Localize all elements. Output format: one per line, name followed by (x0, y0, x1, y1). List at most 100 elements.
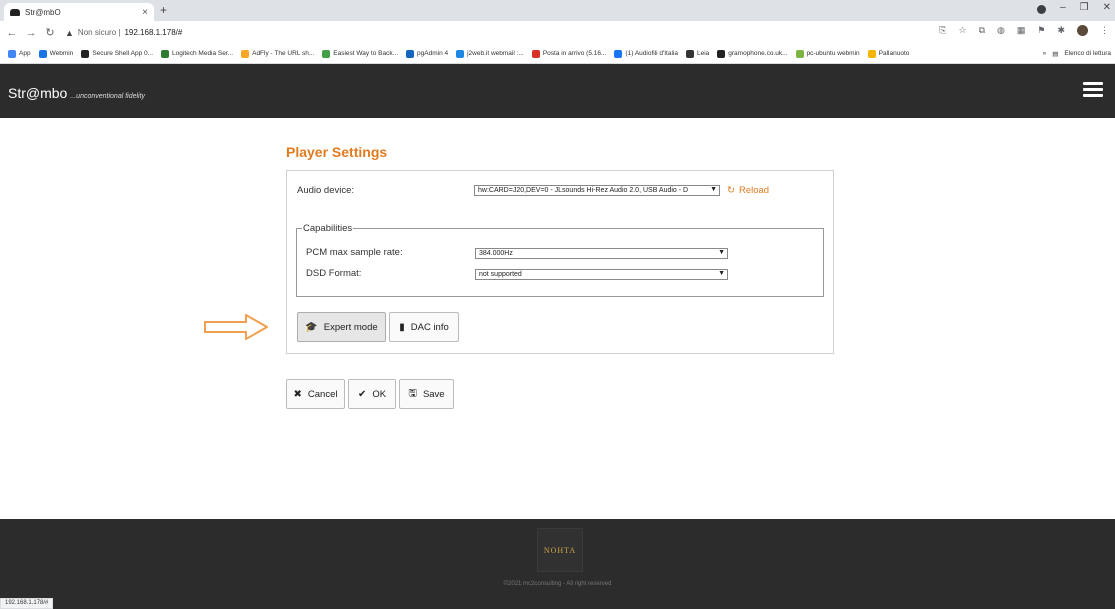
bookmark-item[interactable]: Webmin (38, 49, 73, 58)
bookmark-label: Posta in arrivo (5.16... (542, 50, 607, 57)
url-separator: | (116, 28, 121, 37)
bookmark-favicon-icon (717, 49, 726, 58)
kebab-menu-icon[interactable]: ⋮ (1100, 25, 1109, 36)
translate-icon[interactable]: ⎘ (939, 25, 946, 36)
bookmark-favicon-icon (614, 49, 623, 58)
bookmark-favicon-icon (81, 49, 90, 58)
restore-icon[interactable]: ❐ (1080, 2, 1089, 14)
main-content: Player Settings Audio device: hw:CARD=J2… (0, 118, 1115, 519)
bookmark-label: pgAdmin 4 (417, 50, 449, 57)
puzzle-icon[interactable]: ✱ (1057, 25, 1065, 36)
close-window-icon[interactable]: ✕ (1103, 2, 1111, 14)
player-settings-panel: Audio device: hw:CARD=J20,DEV=0 - JLsoun… (286, 170, 834, 354)
bookmark-label: Secure Shell App 0... (92, 50, 154, 57)
save-label: Save (422, 388, 445, 400)
copyright-text: ©2021 mc2consulting - All right reserved (503, 581, 612, 587)
bookmark-item[interactable]: Logitech Media Ser... (161, 49, 234, 58)
app-navbar: Str@mbo ...unconventional fidelity (0, 64, 1115, 118)
cancel-x-icon: ✖ (293, 388, 302, 400)
bookmark-item[interactable]: pgAdmin 4 (406, 49, 449, 58)
tab-close-icon[interactable]: × (142, 7, 148, 18)
brand-logo[interactable]: Str@mbo ...unconventional fidelity (8, 85, 145, 101)
bookmark-favicon-icon (322, 49, 331, 58)
annotation-arrow-icon (204, 314, 268, 340)
bookmark-favicon-icon (161, 49, 170, 58)
new-tab-button[interactable]: + (160, 3, 167, 17)
page-title: Player Settings (286, 144, 388, 160)
cancel-button[interactable]: ✖ Cancel (286, 379, 345, 409)
bookmark-item[interactable]: Easiest Way to Back... (322, 49, 399, 58)
bookmark-item[interactable]: (1) Audiofili d'Italia (614, 49, 678, 58)
bookmark-label: App (19, 50, 31, 57)
reading-list-icon: ▤ (1052, 51, 1059, 58)
warning-icon: ▲ (65, 27, 74, 38)
bookmark-item[interactable]: Leia (685, 49, 710, 58)
reload-page-icon[interactable]: ↻ (43, 26, 57, 39)
bookmark-label: Leia (696, 50, 710, 57)
check-icon: ✔ (357, 388, 367, 400)
shield-icon[interactable]: ◍ (997, 25, 1005, 36)
bookmark-label: pc-ubuntu webmin (806, 50, 860, 57)
bookmarks-more-button[interactable]: » (1043, 50, 1047, 58)
dac-info-label: DAC info (410, 321, 449, 333)
brand-name: Str@mbo (8, 85, 68, 101)
back-icon[interactable]: ← (5, 27, 19, 39)
bookmark-star-icon[interactable]: ☆ (958, 25, 966, 36)
flag-icon[interactable]: ⚑ (1037, 25, 1045, 36)
pcm-sample-rate-select[interactable]: 384.000Hz ▼ (475, 248, 728, 259)
app-footer: NOHTA ©2021 mc2consulting - All right re… (0, 519, 1115, 609)
audio-device-select[interactable]: hw:CARD=J20,DEV=0 - JLsounds Hi-Rez Audi… (474, 185, 720, 196)
browser-tab[interactable]: Str@mbO × (4, 3, 154, 21)
browser-tabstrip: Str@mbO × + – ❐ ✕ (0, 0, 1115, 21)
bookmark-favicon-icon (795, 49, 804, 58)
cancel-label: Cancel (307, 388, 338, 400)
dsd-label: DSD Format: (306, 268, 362, 279)
reload-button[interactable]: ↻ Reload (727, 185, 769, 196)
extension-icon[interactable]: ⧉ (979, 25, 985, 36)
audio-device-value: hw:CARD=J20,DEV=0 - JLsounds Hi-Rez Audi… (478, 187, 689, 194)
pcm-label: PCM max sample rate: (306, 247, 403, 258)
chevron-down-icon: ▼ (709, 186, 717, 193)
browser-toolbar: ← → ↻ ▲ Non sicuro | 192.168.1.178/# ⎘ ☆… (0, 21, 1115, 44)
address-bar[interactable]: ▲ Non sicuro | 192.168.1.178/# (65, 25, 182, 41)
site-favicon-icon (10, 8, 20, 16)
extension-grid-icon[interactable]: ▦ (1017, 25, 1026, 36)
bookmark-item[interactable]: pc-ubuntu webmin (795, 49, 860, 58)
bookmark-favicon-icon (685, 49, 694, 58)
audio-device-label: Audio device: (297, 185, 355, 196)
dsd-format-select[interactable]: not supported ▼ (475, 269, 728, 280)
browser-status-bar: 192.168.1.178/# (0, 598, 54, 609)
capabilities-fieldset: Capabilities PCM max sample rate: 384.00… (296, 223, 824, 297)
bookmark-item[interactable]: Pallanuoto (867, 49, 910, 58)
bookmark-label: Logitech Media Ser... (172, 50, 234, 57)
hamburger-menu-icon[interactable] (1083, 82, 1103, 97)
chevron-down-icon: ▼ (717, 270, 725, 277)
browser-menu-icon[interactable] (1037, 5, 1047, 14)
bookmark-item[interactable]: Posta in arrivo (5.16... (531, 49, 607, 58)
bookmark-item[interactable]: gramophone.co.uk... (717, 49, 788, 58)
minimize-icon[interactable]: – (1060, 2, 1066, 14)
pcm-value: 384.000Hz (479, 250, 513, 257)
chevron-down-icon: ▼ (717, 249, 725, 256)
security-label: Non sicuro (77, 28, 117, 37)
bookmarks-bar: App Webmin Secure Shell App 0... Logitech M… (0, 44, 1115, 64)
save-button[interactable]: 🖫 Save (399, 379, 454, 409)
bookmark-item[interactable]: App (8, 49, 31, 58)
bookmark-label: (1) Audiofili d'Italia (625, 50, 678, 57)
bookmark-item[interactable]: Secure Shell App 0... (81, 49, 154, 58)
dsd-value: not supported (479, 271, 522, 278)
bookmark-label: Pallanuoto (878, 50, 910, 57)
bookmark-item[interactable]: j2web.it webmail :... (456, 49, 524, 58)
footer-logo-text: NOHTA (543, 545, 577, 555)
reading-list-link[interactable]: Elenco di lettura (1064, 50, 1111, 58)
device-icon: ▮ (399, 321, 405, 333)
profile-avatar[interactable] (1077, 25, 1088, 36)
dac-info-button[interactable]: ▮ DAC info (389, 312, 459, 342)
tab-title: Str@mbO (25, 7, 61, 17)
ok-button[interactable]: ✔ OK (348, 379, 396, 409)
bookmark-label: Easiest Way to Back... (333, 50, 399, 57)
toolbar-extensions: ⎘ ☆ ⧉ ◍ ▦ ⚑ ✱ ⋮ (939, 25, 1109, 36)
expert-mode-button[interactable]: 🎓 Expert mode (297, 312, 386, 342)
forward-icon[interactable]: → (24, 27, 38, 39)
bookmark-item[interactable]: AdFly - The URL sh... (241, 49, 314, 58)
